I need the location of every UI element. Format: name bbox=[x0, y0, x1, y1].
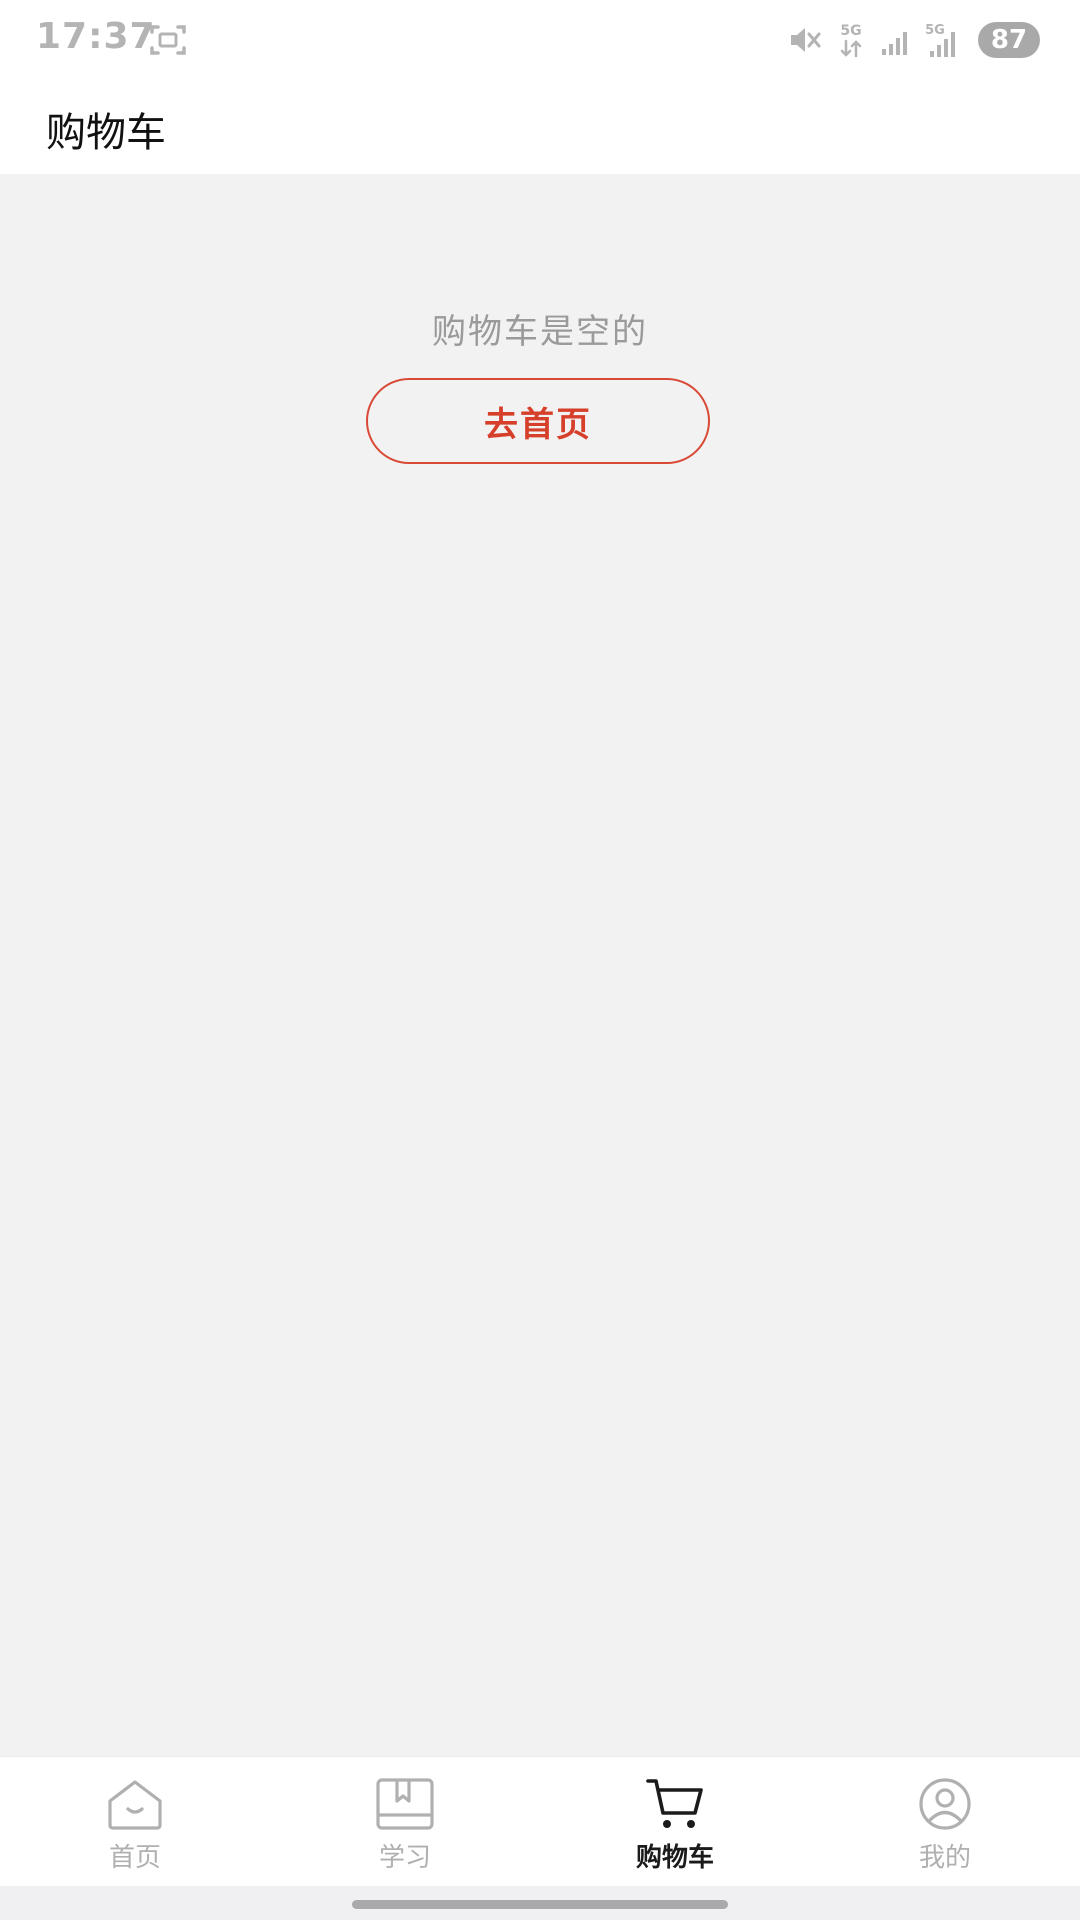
profile-icon bbox=[919, 1778, 971, 1830]
status-indicators: 5G 5G 87 bbox=[788, 16, 1040, 64]
book-icon bbox=[376, 1778, 434, 1830]
nav-label-cart: 购物车 bbox=[635, 1843, 714, 1873]
go-home-button[interactable]: 去首页 bbox=[366, 378, 710, 464]
home-indicator[interactable] bbox=[352, 1900, 728, 1909]
cart-icon bbox=[646, 1779, 703, 1828]
home-indicator-area bbox=[0, 1886, 1080, 1920]
signal-icon bbox=[882, 32, 907, 55]
bottom-nav: 首页 学习 购物车 我的 bbox=[0, 1756, 1080, 1887]
battery-indicator: 87 bbox=[978, 22, 1040, 58]
nav-item-study[interactable]: 学习 bbox=[270, 1757, 540, 1887]
page-header: 购物车 bbox=[0, 80, 1080, 174]
empty-cart-message: 购物车是空的 bbox=[432, 312, 648, 352]
nav-label-home: 首页 bbox=[108, 1843, 161, 1873]
cart-page: 17:37 5G 5G 87 购物车 购物车是空的 去首页 首页 学习 购物车 … bbox=[0, 0, 1080, 1920]
network-label-2: 5G bbox=[925, 23, 945, 38]
nav-item-mine[interactable]: 我的 bbox=[810, 1757, 1080, 1887]
screenshot-icon bbox=[150, 25, 186, 55]
signal-icon-2: 5G bbox=[925, 23, 955, 57]
nav-label-study: 学习 bbox=[378, 1843, 431, 1873]
nav-item-cart[interactable]: 购物车 bbox=[540, 1757, 810, 1887]
page-title: 购物车 bbox=[46, 110, 166, 156]
nav-item-home[interactable]: 首页 bbox=[0, 1757, 270, 1887]
status-bar: 17:37 5G 5G 87 bbox=[0, 0, 1080, 80]
home-icon bbox=[108, 1780, 162, 1830]
status-time: 17:37 bbox=[36, 16, 156, 57]
network-label-1: 5G bbox=[840, 23, 861, 39]
nav-label-mine: 我的 bbox=[918, 1843, 971, 1873]
data-arrows-icon: 5G bbox=[840, 23, 862, 58]
mute-icon bbox=[791, 28, 821, 52]
